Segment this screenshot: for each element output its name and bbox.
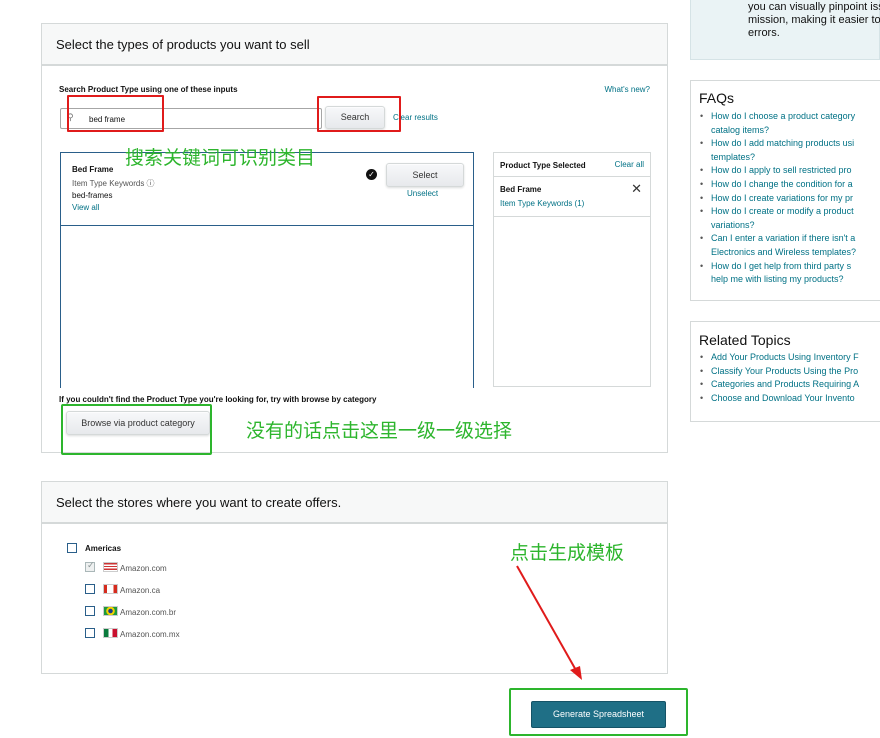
generate-button-highlight bbox=[509, 688, 688, 736]
arrow-icon bbox=[516, 565, 582, 680]
